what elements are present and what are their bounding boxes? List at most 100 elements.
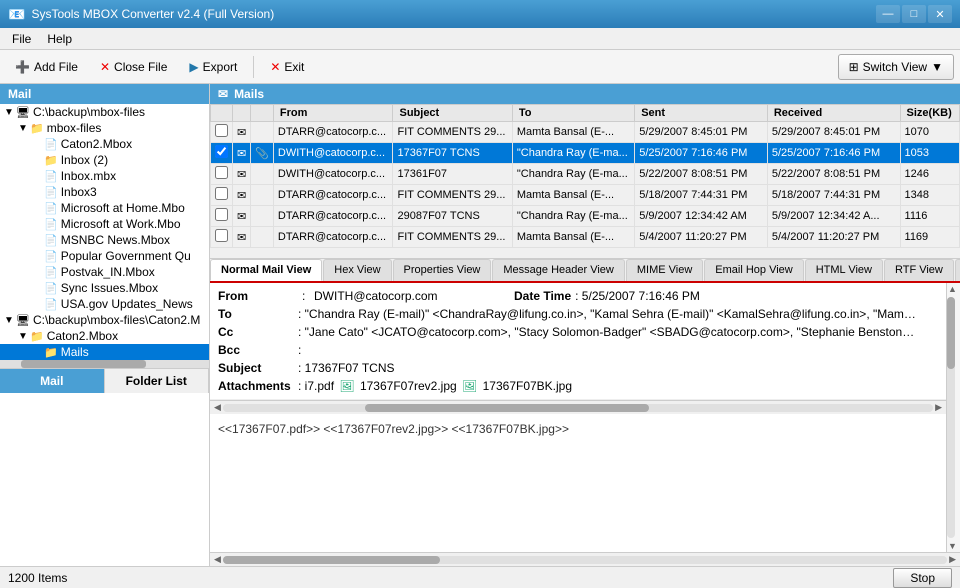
vscroll-thumb: [947, 297, 955, 369]
add-file-label: Add File: [34, 60, 78, 74]
row-check[interactable]: [211, 122, 233, 143]
tree-item-msnbc[interactable]: 📄 MSNBC News.Mbox: [0, 232, 209, 248]
sidebar-tab-folder[interactable]: Folder List: [105, 369, 210, 393]
hscroll-left-arrow[interactable]: ◀: [212, 402, 223, 413]
table-row[interactable]: ✉ DTARR@catocorp.c... FIT COMMENTS 29...…: [211, 227, 960, 248]
file-icon-inbox-mbx: 📄: [44, 170, 58, 183]
tree-item-usa[interactable]: 📄 USA.gov Updates_News: [0, 296, 209, 312]
view-tab-1[interactable]: Hex View: [323, 259, 391, 281]
close-file-button[interactable]: ✕ Close File: [91, 54, 176, 80]
row-received: 5/9/2007 12:34:42 A...: [767, 206, 900, 227]
toolbar: ➕ Add File ✕ Close File ▶ Export ✕ Exit …: [0, 50, 960, 84]
table-row[interactable]: ✉ DTARR@catocorp.c... FIT COMMENTS 29...…: [211, 185, 960, 206]
view-tab-5[interactable]: Email Hop View: [704, 259, 803, 281]
export-icon: ▶: [189, 60, 198, 74]
menu-help[interactable]: Help: [39, 30, 80, 48]
folder-icon-caton2-root: 📁: [30, 330, 44, 343]
tree-item-postvak[interactable]: 📄 Postvak_IN.Mbox: [0, 264, 209, 280]
detail-vscroll[interactable]: ▲ ▼: [946, 283, 960, 552]
row-check[interactable]: [211, 206, 233, 227]
row-subject: 17367F07 TCNS: [393, 143, 512, 164]
tree-toggle-caton2-root[interactable]: ▼: [16, 331, 30, 342]
menu-file[interactable]: File: [4, 30, 39, 48]
export-label: Export: [203, 60, 238, 74]
content-hscroll-right[interactable]: ▶: [947, 554, 958, 565]
col-sent[interactable]: Sent: [635, 105, 768, 122]
tree-item-caton2[interactable]: 📄 Caton2.Mbox: [0, 136, 209, 152]
row-check[interactable]: [211, 227, 233, 248]
to-value: : "Chandra Ray (E-mail)" <ChandraRay@lif…: [298, 307, 918, 321]
tree-item-ms-work[interactable]: 📄 Microsoft at Work.Mbo: [0, 216, 209, 232]
maximize-button[interactable]: □: [902, 5, 926, 23]
vscroll-down-arrow[interactable]: ▼: [947, 540, 960, 552]
col-check[interactable]: [211, 105, 233, 122]
minimize-button[interactable]: —: [876, 5, 900, 23]
col-subject[interactable]: Subject: [393, 105, 512, 122]
row-from: DTARR@catocorp.c...: [273, 185, 393, 206]
switch-view-button[interactable]: ⊞ Switch View ▼: [838, 54, 954, 80]
view-tab-2[interactable]: Properties View: [393, 259, 492, 281]
tree-item-mails[interactable]: 📁 Mails: [0, 344, 209, 360]
tree-item-popular[interactable]: 📄 Popular Government Qu: [0, 248, 209, 264]
view-tab-6[interactable]: HTML View: [805, 259, 883, 281]
col-received[interactable]: Received: [767, 105, 900, 122]
col-attach[interactable]: [251, 105, 274, 122]
field-row-bcc: Bcc :: [218, 341, 938, 359]
view-tab-0[interactable]: Normal Mail View: [210, 259, 322, 281]
tree-toggle-root1[interactable]: ▼: [2, 107, 16, 118]
date-value: : 5/25/2007 7:16:46 PM: [575, 289, 700, 303]
vscroll-track[interactable]: [947, 297, 955, 538]
sidebar-tab-mail[interactable]: Mail: [0, 369, 105, 393]
file-icon-usa: 📄: [44, 298, 58, 311]
vscroll-up-arrow[interactable]: ▲: [947, 283, 960, 295]
tree-item-root2[interactable]: ▼ 🖥 C:\backup\mbox-files\Caton2.M: [0, 312, 209, 328]
view-tab-3[interactable]: Message Header View: [492, 259, 624, 281]
tree-item-sync[interactable]: 📄 Sync Issues.Mbox: [0, 280, 209, 296]
col-size[interactable]: Size(KB): [900, 105, 959, 122]
row-check[interactable]: [211, 164, 233, 185]
content-hscroll[interactable]: ◀ ▶: [210, 552, 960, 566]
close-button[interactable]: ✕: [928, 5, 952, 23]
tree-item-mbox[interactable]: ▼ 📁 mbox-files: [0, 120, 209, 136]
tree-item-caton2-root[interactable]: ▼ 📁 Caton2.Mbox: [0, 328, 209, 344]
tree-item-ms-home[interactable]: 📄 Microsoft at Home.Mbo: [0, 200, 209, 216]
attach-icon-2: 🖼: [462, 379, 477, 393]
stop-button[interactable]: Stop: [893, 568, 952, 588]
view-tab-4[interactable]: MIME View: [626, 259, 703, 281]
tree-label-inbox-mbx: Inbox.mbx: [61, 169, 116, 183]
view-tab-8[interactable]: Attachments: [955, 259, 960, 281]
row-to: Mamta Bansal (E-...: [512, 122, 634, 143]
content-hscroll-left[interactable]: ◀: [212, 554, 223, 565]
table-row[interactable]: ✉ DTARR@catocorp.c... FIT COMMENTS 29...…: [211, 122, 960, 143]
hscroll-track[interactable]: [223, 404, 933, 412]
tree-item-inbox-mbx[interactable]: 📄 Inbox.mbx: [0, 168, 209, 184]
add-file-button[interactable]: ➕ Add File: [6, 54, 87, 80]
file-icon-ms-work: 📄: [44, 218, 58, 231]
tree-item-inbox3[interactable]: 📄 Inbox3: [0, 184, 209, 200]
export-button[interactable]: ▶ Export: [180, 54, 246, 80]
row-check[interactable]: [211, 143, 233, 164]
tree-toggle-mbox[interactable]: ▼: [16, 123, 30, 134]
table-row[interactable]: ✉ 📎 DWITH@catocorp.c... 17367F07 TCNS "C…: [211, 143, 960, 164]
detail-hscroll[interactable]: ◀ ▶: [210, 400, 946, 414]
file-icon-inbox3: 📄: [44, 186, 58, 199]
table-row[interactable]: ✉ DWITH@catocorp.c... 17361F07 "Chandra …: [211, 164, 960, 185]
hscroll-right-arrow[interactable]: ▶: [933, 402, 944, 413]
view-tab-7[interactable]: RTF View: [884, 259, 954, 281]
table-row[interactable]: ✉ DTARR@catocorp.c... 29087F07 TCNS "Cha…: [211, 206, 960, 227]
tree-container: ▼ 🖥 C:\backup\mbox-files ▼ 📁 mbox-files …: [0, 104, 209, 360]
switch-view-arrow: ▼: [931, 60, 943, 74]
row-check[interactable]: [211, 185, 233, 206]
row-subject: 29087F07 TCNS: [393, 206, 512, 227]
exit-button[interactable]: ✕ Exit: [261, 54, 313, 80]
col-from[interactable]: From: [273, 105, 393, 122]
tree-item-root1[interactable]: ▼ 🖥 C:\backup\mbox-files: [0, 104, 209, 120]
tree-item-inbox2[interactable]: 📁 Inbox (2): [0, 152, 209, 168]
tree-label-msnbc: MSNBC News.Mbox: [61, 233, 170, 247]
tree-label-ms-work: Microsoft at Work.Mbo: [61, 217, 181, 231]
mail-table-container[interactable]: From Subject To Sent Received Size(KB) ✉…: [210, 104, 960, 259]
col-to[interactable]: To: [512, 105, 634, 122]
tree-toggle-root2[interactable]: ▼: [2, 315, 16, 326]
content-hscroll-track[interactable]: [223, 556, 947, 564]
col-icon[interactable]: [233, 105, 251, 122]
